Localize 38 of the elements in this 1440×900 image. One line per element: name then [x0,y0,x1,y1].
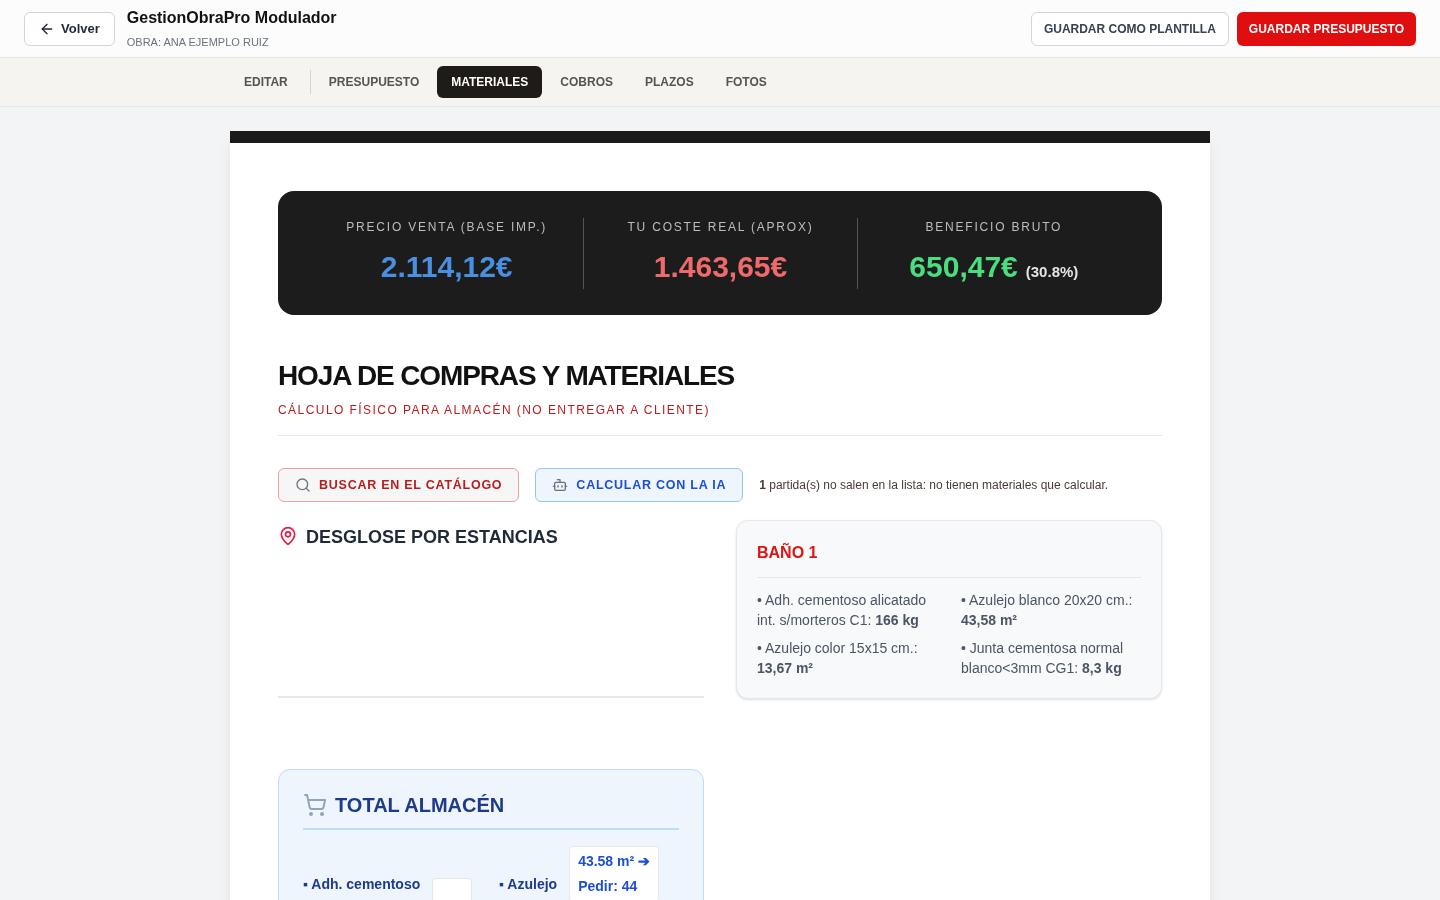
total-item-name: ▪ Azulejo [499,875,558,894]
sheet-title: HOJA DE COMPRAS Y MATERIALES [278,359,736,393]
summary-label: BENEFICIO BRUTO [925,218,1063,236]
tab[interactable]: EDITAR [230,66,302,98]
tab[interactable]: PLAZOS [631,66,708,98]
cart-icon [303,793,327,817]
summary-label: TU COSTE REAL (APROX) [627,218,814,236]
material-item: • Adh. cementoso alicatado int. s/morteros C1: 166 kg [757,591,928,630]
breakdown-title: DESGLOSE POR ESTANCIAS [306,526,558,549]
summary-value: 2.114,12€ [380,248,513,285]
tab[interactable]: MATERIALES [437,66,543,98]
back-button[interactable]: Volver [24,11,115,46]
total-title: TOTAL ALMACÉN [335,793,505,818]
room-name: BAÑO 1 [757,541,1141,578]
material-item: • Junta cementosa normal blanco<3mm CG1: 8,3 kg [961,639,1125,678]
margin-percent: (30.8%) [1025,261,1079,282]
material-item: • Azulejo blanco 20x20 cm.: 43,58 m² [961,591,1134,630]
project-name: OBRA: ANA EJEMPLO RUIZ [126,35,270,51]
quantity-text: 43.58 m² ➔ [578,852,651,871]
summary-label: PRECIO VENTA (BASE IMP.) [346,218,548,236]
pin-icon [278,526,298,546]
quantity-text: Pedir: 44 [578,877,639,896]
material-item: • Azulejo color 15x15 cm.: 13,67 m² [757,639,919,678]
robot-icon [552,477,569,493]
save-budget-button[interactable]: GUARDAR PRESUPUESTO [1236,11,1416,46]
total-item-name: ▪ Adh. cementoso [303,875,421,894]
ai-calculate-button[interactable]: CALCULAR CON LA IA [535,468,744,502]
summary-value: 650,47€ [909,248,1018,285]
sheet-subtitle: CÁLCULO FÍSICO PARA ALMACÉN (NO ENTREGAR A CLIENTE) [278,401,711,419]
tab[interactable]: COBROS [546,66,628,98]
app-title: GestionObraPro Modulador [126,8,337,29]
summary-value: 1.463,65€ [653,248,788,285]
tab[interactable]: FOTOS [711,66,781,98]
save-template-button[interactable]: GUARDAR COMO PLANTILLA [1030,11,1229,46]
search-icon [295,477,311,493]
catalog-search-button[interactable]: BUSCAR EN EL CATÁLOGO [278,468,520,502]
notice-text: 1 partida(s) no salen en la lista: no tienen materiales que calcular. [759,477,1109,494]
tab[interactable]: PRESUPUESTO [314,66,434,98]
